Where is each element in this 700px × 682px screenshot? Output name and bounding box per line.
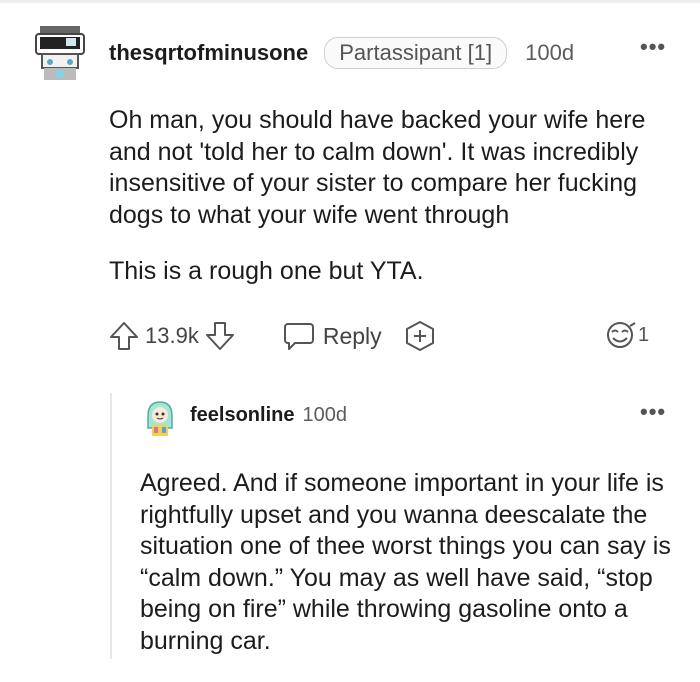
award-indicator[interactable]: 1 (602, 320, 649, 350)
reply-label: Reply (322, 322, 382, 349)
more-options-button[interactable]: ••• (640, 34, 666, 60)
downvote-icon (205, 322, 234, 350)
avatar[interactable] (30, 22, 90, 84)
avatar-robot-icon (35, 26, 85, 80)
reply-body: Agreed. And if someone important in your… (140, 443, 685, 682)
reply-header: feelsonline 100d (190, 402, 347, 428)
comment-header: thesqrtofminusone Partassipant [1] 100d (109, 37, 574, 69)
award-count: 1 (638, 323, 650, 346)
upvote-icon (110, 322, 138, 350)
username[interactable]: feelsonline (190, 404, 294, 427)
comment-age: 100d (302, 403, 347, 426)
user-flair: Partassipant [1] (324, 37, 508, 69)
emoji-award-icon (607, 322, 636, 348)
comment-age: 100d (525, 40, 575, 65)
reply-button[interactable]: Reply (283, 321, 382, 351)
avatar-girl-icon (147, 401, 173, 436)
avatar[interactable] (140, 398, 180, 438)
upvote-button[interactable] (109, 320, 139, 352)
vote-score: 13.9k (145, 323, 199, 348)
comment-actions: 13.9k Reply (109, 316, 436, 356)
thread-line[interactable] (110, 393, 112, 659)
top-divider (0, 0, 700, 3)
comment-text: This is a rough one but YTA. (109, 257, 424, 285)
more-options-button[interactable]: ••• (640, 399, 666, 425)
downvote-button[interactable] (205, 320, 235, 352)
award-icon (405, 321, 434, 351)
award-button[interactable] (404, 320, 436, 352)
comment-text: Oh man, you should have backed your wife… (109, 106, 646, 229)
reply-icon (283, 323, 314, 350)
reply-text: Agreed. And if someone important in your… (140, 469, 671, 655)
comment-body: Oh man, you should have backed your wife… (109, 80, 669, 313)
username[interactable]: thesqrtofminusone (109, 40, 308, 66)
